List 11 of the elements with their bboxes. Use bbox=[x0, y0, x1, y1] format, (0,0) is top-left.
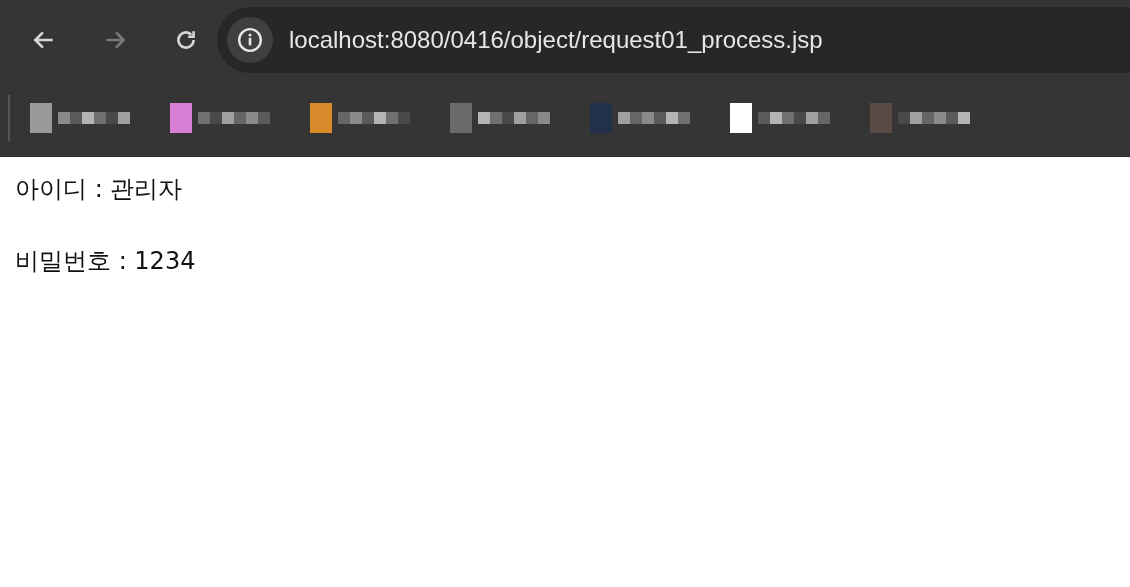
blurred-bookmark[interactable] bbox=[30, 103, 130, 133]
blurred-bookmark[interactable] bbox=[730, 103, 830, 133]
blurred-bookmark[interactable] bbox=[870, 103, 970, 133]
blurred-bookmark[interactable] bbox=[310, 103, 410, 133]
info-icon[interactable] bbox=[227, 17, 273, 63]
blurred-bookmark[interactable] bbox=[590, 103, 690, 133]
blurred-bookmark[interactable] bbox=[450, 103, 550, 133]
address-bar[interactable]: localhost:8080/0416/object/request01_process.jsp bbox=[217, 7, 1130, 73]
text-line: 아이디 : 관리자 bbox=[15, 174, 184, 205]
url-text: localhost:8080/0416/object/request01_process.jsp bbox=[289, 26, 823, 54]
text-line: 비밀번호 : 1234 bbox=[15, 246, 197, 277]
